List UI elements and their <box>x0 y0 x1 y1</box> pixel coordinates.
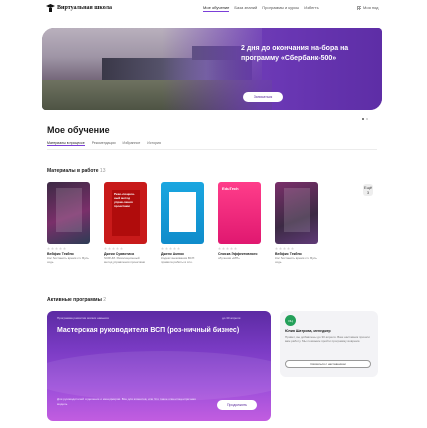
book-card[interactable]: EduTech Списка Эффективного обучения «МП… <box>218 182 261 268</box>
program-description: Для руководителей отделения и менеджеров… <box>57 397 196 406</box>
mentor-name: Юлия Шатрова, менеджер <box>285 329 331 333</box>
page-title: Мое обучение <box>47 125 110 135</box>
tab-favorites[interactable]: Избранное <box>123 141 141 146</box>
book-cover <box>275 182 318 244</box>
next-count: 3 <box>366 190 370 195</box>
logo-text: Виртуальная школа <box>57 4 113 11</box>
book-cover <box>161 182 204 244</box>
mentor-message: Привет, вы добавлены до 30 апреля. Ваш н… <box>285 335 370 343</box>
book-cover: EduTech <box>218 182 261 244</box>
book-description: обучения «МП» <box>218 256 240 260</box>
carousel-next-button[interactable]: Ещё 3 <box>363 184 373 196</box>
program-card[interactable]: Программа развития мягких навыков до 30 … <box>47 311 271 421</box>
book-card[interactable]: Вейфис Текйпо Кос бостанить время сл. Ву… <box>47 182 90 268</box>
book-description: Кос бостанить время сл. Вуль ходь <box>275 256 317 264</box>
book-card[interactable]: Вейфис Текйпо Кос бостанить время сл. Ву… <box>275 182 318 268</box>
top-bar: Виртуальная школа Мое обучение База знан… <box>0 0 427 18</box>
main-nav: Мое обучение База знаний Программы и кур… <box>203 5 319 12</box>
book-description: SCRUM. Революционный метод управления пр… <box>104 256 146 264</box>
banner-pagination[interactable] <box>362 118 368 120</box>
apps-grid-icon <box>357 5 361 10</box>
materials-count: 13 <box>99 168 106 174</box>
program-caption: Программа развития мягких навыков <box>57 316 109 320</box>
book-description: Кос бостанить время сл. Вуль ходь <box>47 256 89 264</box>
nav-my-learning[interactable]: Мое обучение <box>203 5 230 12</box>
program-deadline: до 30 апреля <box>222 316 241 320</box>
programs-count: 2 <box>103 297 107 303</box>
programs-title: Активные программы 2 <box>47 297 106 303</box>
nav-favorites[interactable]: Избегть <box>304 5 319 12</box>
rating-stars <box>104 247 147 250</box>
tab-recommendations[interactable]: Рекомендации <box>92 141 116 146</box>
programs-title-text: Активные программы <box>47 297 102 303</box>
materials-title: Материалы в работе 13 <box>47 168 105 174</box>
materials-carousel: Вейфис Текйпо Кос бостанить время сл. Ву… <box>47 182 318 268</box>
graduation-cap-icon <box>46 3 55 12</box>
book-cover <box>47 182 90 244</box>
avatar: ОЦ <box>285 315 296 326</box>
book-cover-text: Рево-люцион-ный метод управ-ления проект… <box>112 190 140 236</box>
book-cover: Рево-люцион-ный метод управ-ления проект… <box>104 182 147 244</box>
learning-tabs: Материалы в процессе Рекомендации Избран… <box>47 141 377 150</box>
rating-stars <box>275 247 318 250</box>
book-card[interactable]: Рево-люцион-ный метод управ-ления проект… <box>104 182 147 268</box>
profile-label: Моя под <box>363 5 379 10</box>
logo[interactable]: Виртуальная школа <box>46 3 112 12</box>
contact-mentor-button[interactable]: Связаться с наставником <box>285 360 371 368</box>
pagination-dot[interactable] <box>362 118 364 120</box>
rating-stars <box>161 247 204 250</box>
profile-menu[interactable]: Моя под <box>357 5 379 10</box>
banner-signup-button[interactable]: Записаться <box>243 92 283 102</box>
banner-title: 2 дня до окончания на-бора на программу … <box>241 45 349 62</box>
program-title: Мастерская руководителя ВСП (роз-ничный … <box>57 327 240 334</box>
rating-stars <box>218 247 261 250</box>
tab-in-progress[interactable]: Материалы в процессе <box>47 141 85 146</box>
book-card[interactable]: Дженк Амнок Кодекс выживания ВСП: правил… <box>161 182 204 268</box>
continue-button[interactable]: Продолжить <box>217 400 257 410</box>
mentor-card: ОЦ Юлия Шатрова, менеджер Привет, вы доб… <box>280 311 378 377</box>
nav-programs[interactable]: Программы и курсы <box>262 5 299 12</box>
materials-title-text: Материалы в работе <box>47 168 99 174</box>
book-description: Кодекс выживания ВСП: правила работы в с… <box>161 256 195 264</box>
promo-banner[interactable] <box>42 28 382 110</box>
rating-stars <box>47 247 90 250</box>
book-cover-text: EduTech <box>222 186 239 191</box>
nav-knowledge-base[interactable]: База знаний <box>234 5 257 12</box>
tab-history[interactable]: История <box>147 141 161 146</box>
pagination-dot[interactable] <box>366 118 368 120</box>
